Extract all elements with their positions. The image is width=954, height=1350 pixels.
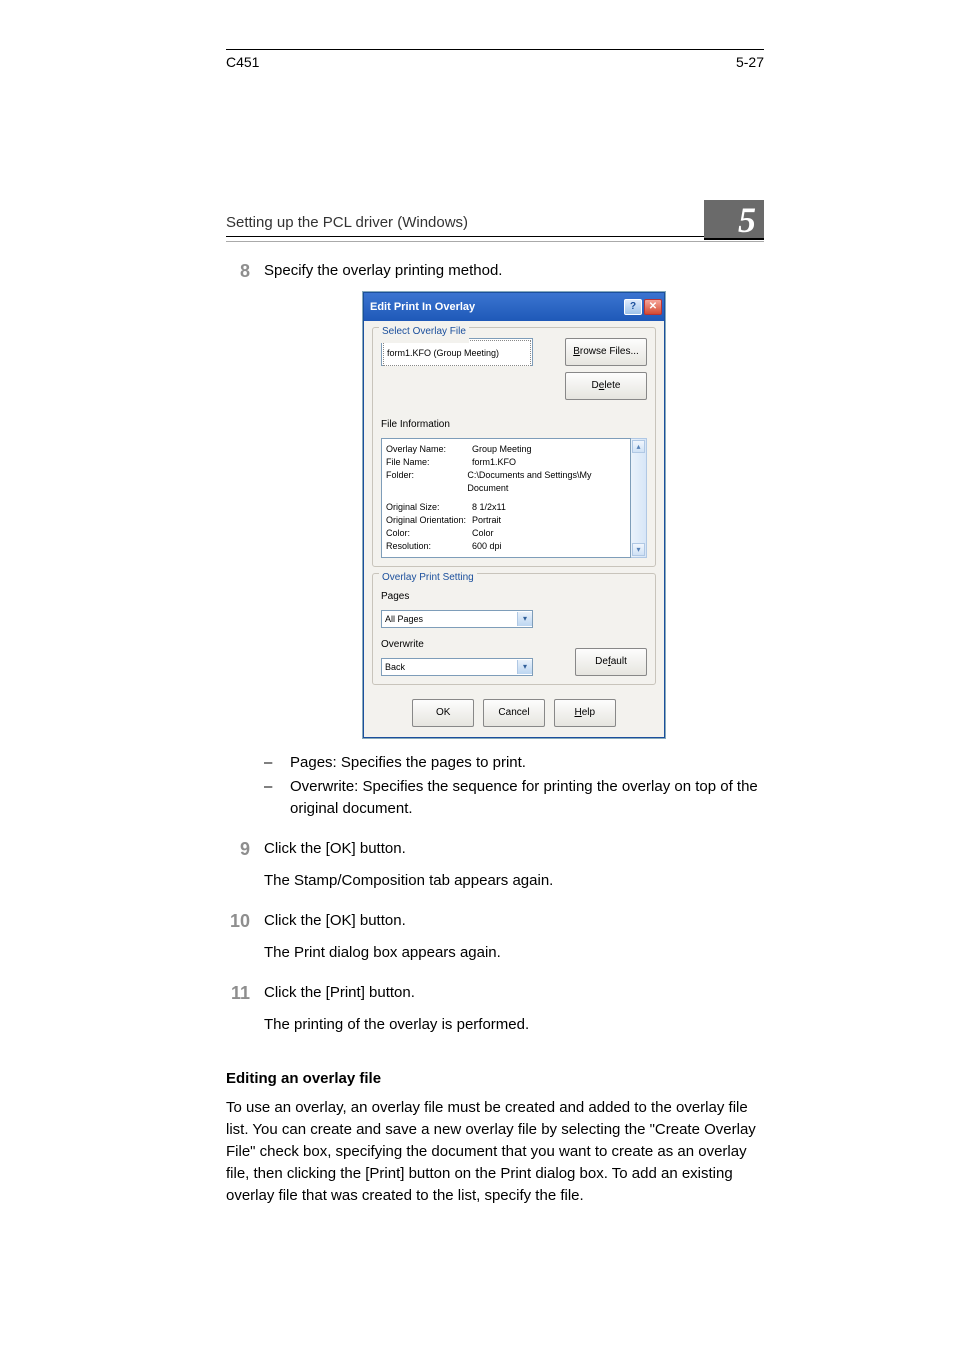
help-icon[interactable]: ? [624,299,642,315]
ok-button[interactable]: OK [412,699,474,727]
file-information-label: File Information [381,414,647,436]
info-value: Portrait [472,514,501,527]
step-followup: The Print dialog box appears again. [264,942,764,964]
page-footer: C451 5-27 [226,49,764,70]
underline-letter: f [608,656,611,667]
pages-combobox[interactable]: All Pages ▾ [381,610,533,628]
info-key: Color: [386,527,472,540]
select-overlay-file-group: Select Overlay File Browse Files... Dele… [372,327,656,567]
step-followup: The printing of the overlay is performed… [264,1014,764,1036]
underline-letter: B [573,346,580,357]
overwrite-combobox[interactable]: Back ▾ [381,658,533,676]
page-content: 8 Specify the overlay printing method. E… [226,260,764,1217]
delete-button[interactable]: Delete [565,372,647,400]
step-followup: The Stamp/Composition tab appears again. [264,870,764,892]
step-number: 9 [226,838,264,902]
help-button[interactable]: Help [554,699,616,727]
step-8: 8 Specify the overlay printing method. E… [226,260,764,830]
info-key: Overlay Name: [386,443,472,456]
overlay-print-setting-legend: Overlay Print Setting [379,567,477,589]
info-value: 600 dpi [472,540,502,553]
chapter-number: 5 [704,200,764,240]
section-heading: Editing an overlay file [226,1070,764,1087]
footer-left: C451 [226,54,259,70]
bullet-overwrite: Overwrite: Specifies the sequence for pr… [264,776,764,820]
underline-letter: H [574,707,581,718]
header-rule [226,236,764,242]
info-value: 8 1/2x11 [472,501,506,514]
step-11: 11 Click the [Print] button. The printin… [226,982,764,1046]
step-text: Click the [Print] button. [264,982,764,1004]
overlay-file-item[interactable]: form1.KFO (Group Meeting) [383,340,531,366]
info-key: File Name: [386,456,472,469]
step-number: 8 [226,260,264,830]
scroll-down-icon[interactable]: ▾ [632,543,645,556]
bullet-pages: Pages: Specifies the pages to print. [264,752,764,774]
step-text: Specify the overlay printing method. [264,260,764,282]
cancel-button[interactable]: Cancel [483,699,545,727]
info-value: form1.KFO [472,456,516,469]
pages-value: All Pages [382,608,517,630]
section-paragraph: To use an overlay, an overlay file must … [226,1097,764,1207]
close-icon[interactable]: ✕ [644,299,662,315]
info-value: Group Meeting [472,443,532,456]
info-key: Folder: [386,469,467,495]
dialog-title: Edit Print In Overlay [370,296,622,318]
info-key: Original Size: [386,501,472,514]
default-button[interactable]: Default [575,648,647,676]
dialog-footer: OK Cancel Help [372,691,656,729]
overwrite-label: Overwrite [381,634,533,656]
step-number: 10 [226,910,264,974]
file-information-panel: Overlay Name:Group Meeting File Name:for… [381,438,631,558]
step-10: 10 Click the [OK] button. The Print dial… [226,910,764,974]
info-key: Original Orientation: [386,514,472,527]
scroll-up-icon[interactable]: ▴ [632,440,645,453]
select-overlay-legend: Select Overlay File [379,321,469,343]
step-text: Click the [OK] button. [264,910,764,932]
info-value: C:\Documents and Settings\My Document [467,469,626,495]
file-info-scrollbar[interactable]: ▴ ▾ [631,438,647,558]
chevron-down-icon[interactable]: ▾ [517,612,532,626]
step-text: Click the [OK] button. [264,838,764,860]
step-9: 9 Click the [OK] button. The Stamp/Compo… [226,838,764,902]
info-value: Color [472,527,494,540]
pages-label: Pages [381,586,647,608]
running-header: Setting up the PCL driver (Windows) [226,214,764,231]
browse-files-button[interactable]: Browse Files... [565,338,647,366]
overlay-print-setting-group: Overlay Print Setting Pages All Pages ▾ [372,573,656,685]
edit-print-overlay-dialog: Edit Print In Overlay ? ✕ Select Overlay… [363,292,665,738]
footer-right: 5-27 [736,54,764,70]
info-key: Resolution: [386,540,472,553]
chevron-down-icon[interactable]: ▾ [517,660,532,674]
step-number: 11 [226,982,264,1046]
underline-letter: e [599,380,605,391]
overwrite-value: Back [382,656,517,678]
dialog-titlebar: Edit Print In Overlay ? ✕ [364,293,664,321]
